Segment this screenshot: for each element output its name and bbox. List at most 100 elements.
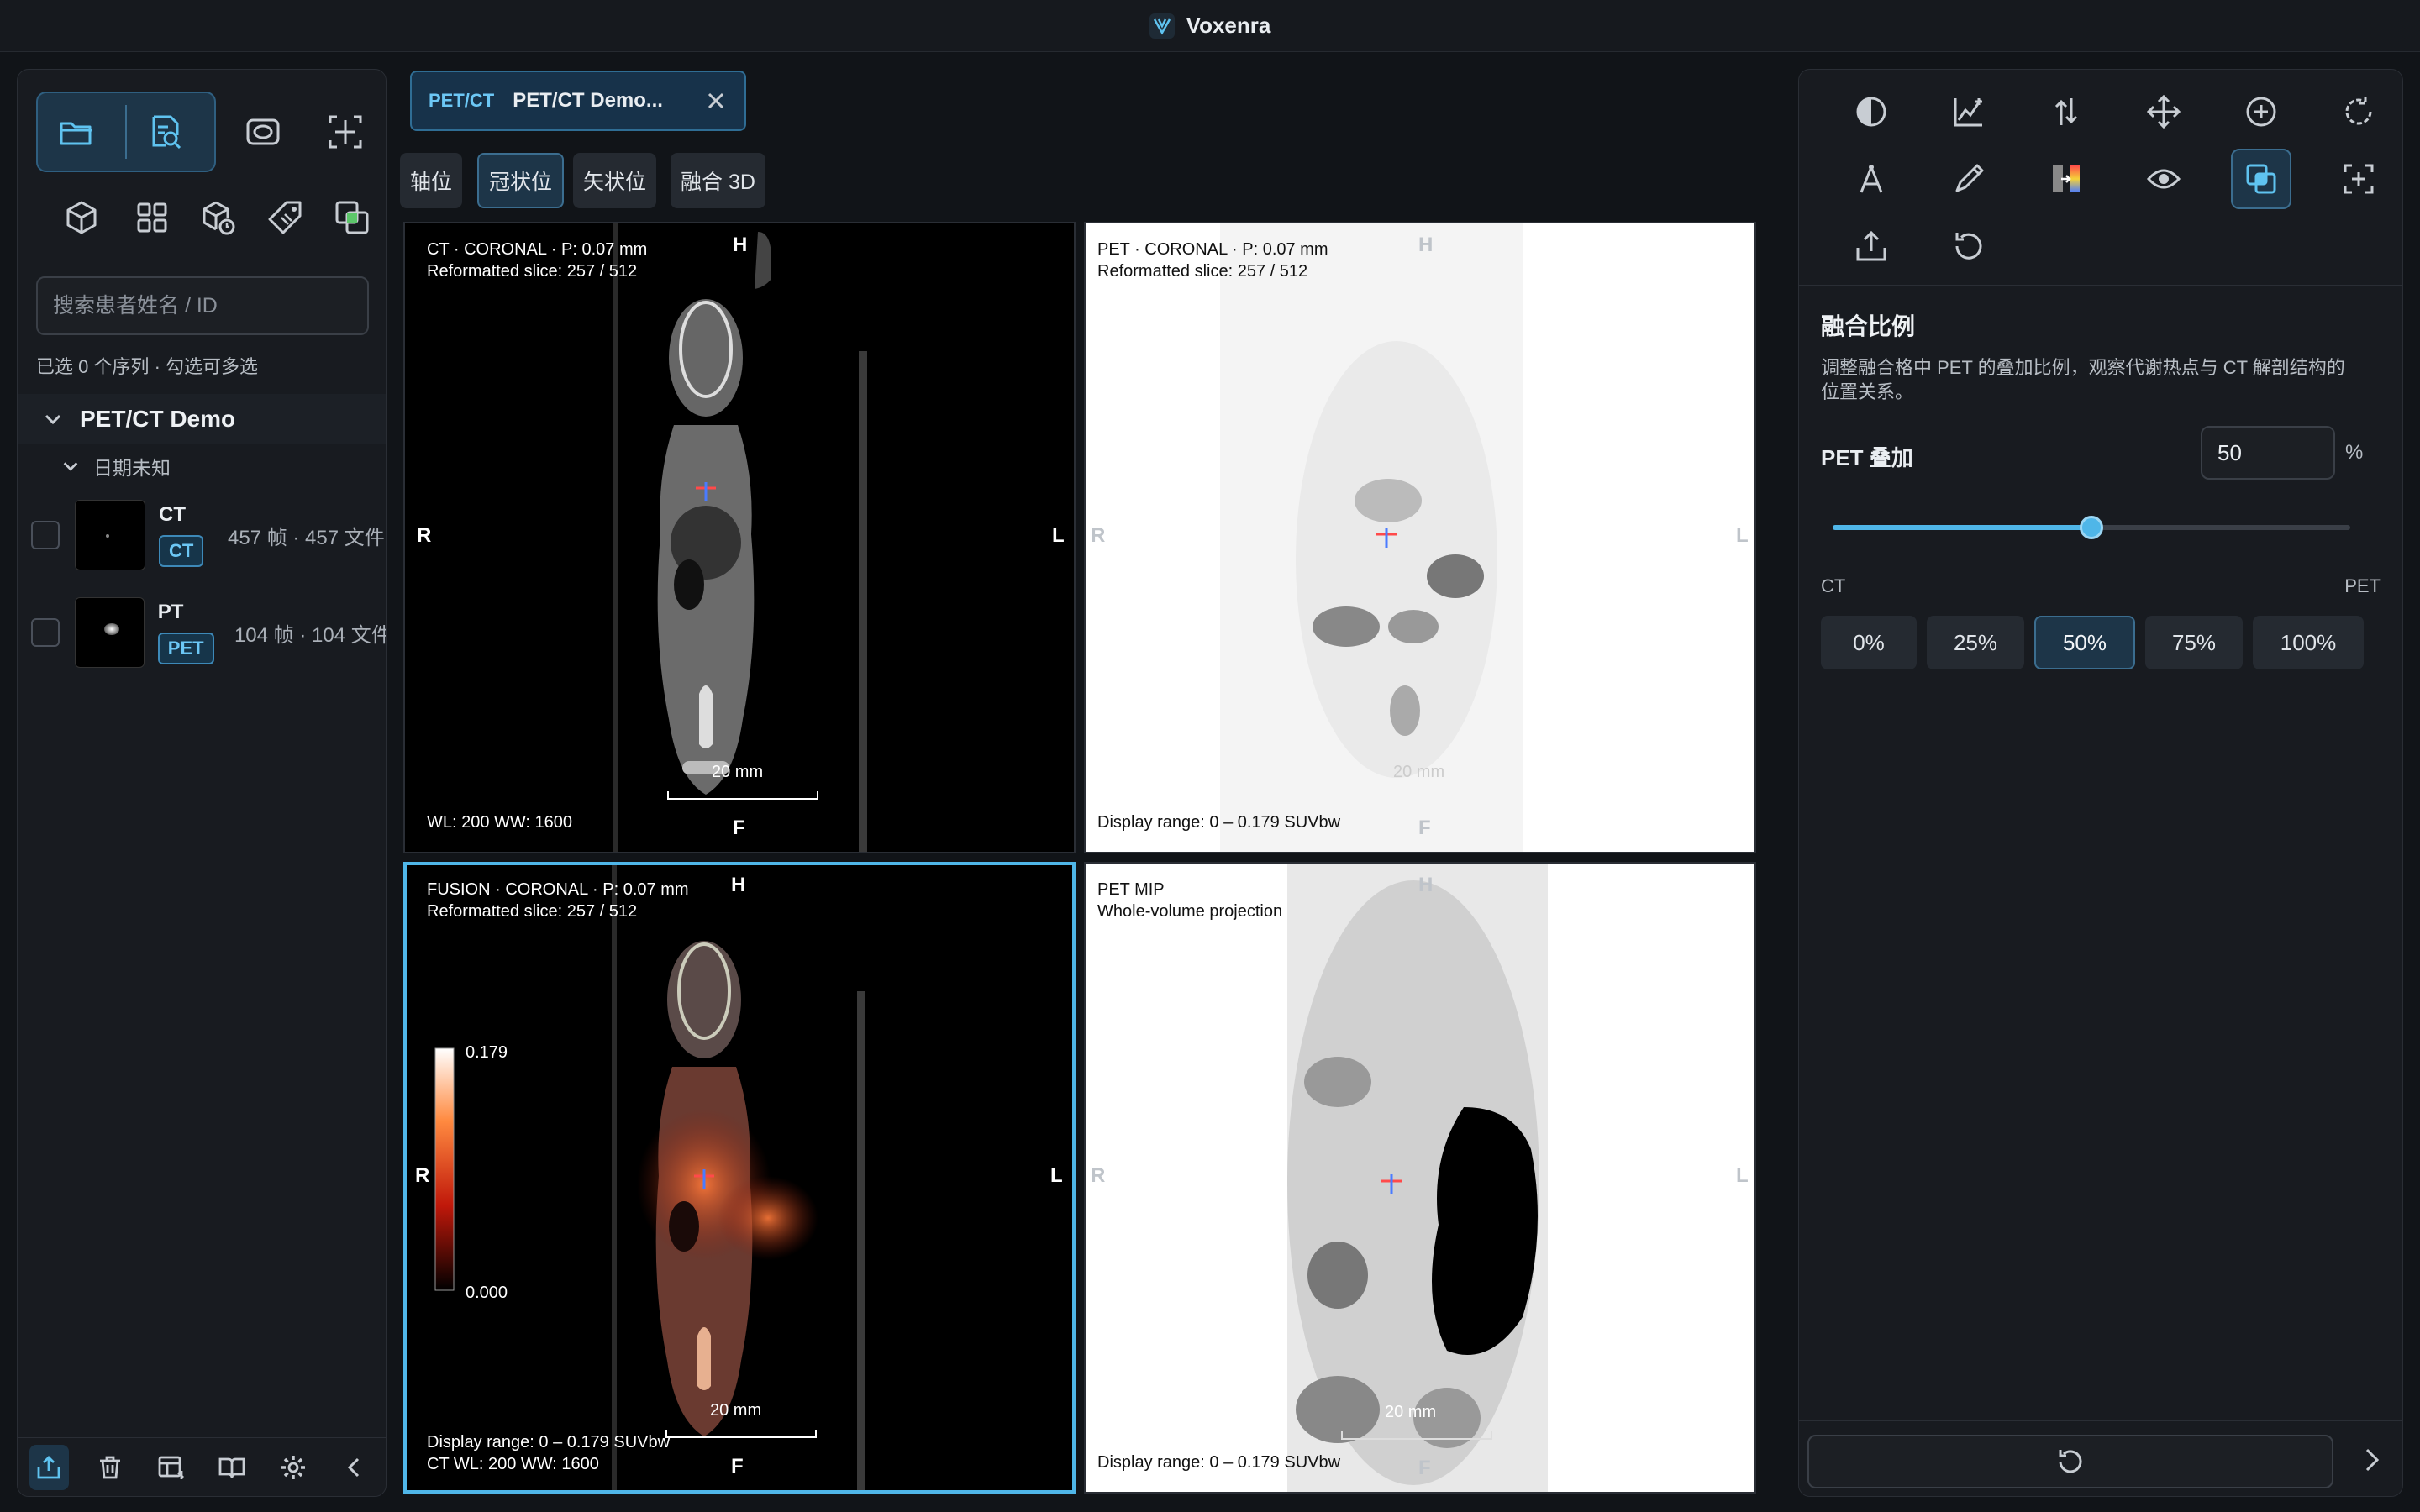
scale-bar-label: 20 mm <box>710 1401 762 1420</box>
pet-image <box>1220 223 1523 852</box>
ct-overlay-line2: Reformatted slice: 257 / 512 <box>427 262 638 281</box>
volume-clock-icon[interactable] <box>182 182 253 253</box>
flip-icon[interactable] <box>2036 81 2096 142</box>
right-panel-footer <box>1799 1420 2402 1496</box>
histogram-icon[interactable] <box>1939 81 1999 142</box>
chevron-down-icon[interactable] <box>43 409 63 429</box>
percent-unit: % <box>2345 441 2364 464</box>
grid-icon[interactable] <box>117 182 187 253</box>
crop-icon[interactable] <box>310 97 381 167</box>
orientation-bottom: F <box>733 816 745 839</box>
chevron-right-icon[interactable] <box>2355 1443 2389 1477</box>
cube-icon[interactable] <box>46 182 117 253</box>
tab-title: PET/CT Demo... <box>513 89 663 112</box>
preset-100-button[interactable]: 100% <box>2253 616 2364 669</box>
mip-overlay-line2: Whole-volume projection <box>1097 902 1283 921</box>
preset-75-button[interactable]: 75% <box>2145 616 2243 669</box>
series-name: PT <box>157 601 184 623</box>
study-search-icon[interactable] <box>130 97 201 167</box>
folder-open-icon[interactable] <box>41 97 112 167</box>
overlay-icon[interactable] <box>317 182 387 253</box>
slider-fill <box>1833 525 2091 530</box>
export-icon[interactable] <box>29 1444 69 1490</box>
close-icon[interactable] <box>704 89 728 113</box>
preset-0-button[interactable]: 0% <box>1821 616 1917 669</box>
fit-icon[interactable] <box>2328 149 2389 209</box>
date-group-row[interactable]: 日期未知 <box>61 448 171 485</box>
tab-fusion-3d[interactable]: 融合 3D <box>671 153 765 208</box>
fusion-window-info: CT WL: 200 WW: 1600 <box>427 1455 599 1473</box>
reset-button[interactable] <box>1807 1435 2333 1488</box>
slider-thumb[interactable] <box>2080 516 2103 539</box>
divider <box>1799 285 2402 286</box>
study-title: PET/CT Demo <box>80 406 236 432</box>
fusion-overlay-line1: FUSION · CORONAL · P: 0.07 mm <box>427 880 689 899</box>
overlay-percent-input[interactable] <box>2201 426 2335 480</box>
eye-icon[interactable] <box>2133 149 2194 209</box>
pencil-icon[interactable] <box>1939 149 1999 209</box>
left-panel-footer <box>18 1437 386 1496</box>
reset-icon[interactable] <box>1939 216 1999 276</box>
panel-title: 融合比例 <box>1821 313 1916 339</box>
orientation-bottom: F <box>1418 816 1431 839</box>
mip-overlay-line1: PET MIP <box>1097 880 1165 899</box>
trash-icon[interactable] <box>91 1445 130 1490</box>
panel-description: 调整融合格中 PET 的叠加比例，观察代谢热点与 CT 解剖结构的位置关系。 <box>1821 357 2345 402</box>
reset-icon <box>2059 1450 2082 1473</box>
chevron-down-icon[interactable] <box>61 457 80 475</box>
preset-50-button[interactable]: 50% <box>2034 616 2135 669</box>
measure-icon[interactable] <box>1841 149 1902 209</box>
colormap-icon[interactable] <box>2036 149 2096 209</box>
tab-coronal[interactable]: 冠状位 <box>477 153 565 208</box>
tab-sagittal[interactable]: 矢状位 <box>573 153 657 208</box>
orientation-top: H <box>733 234 748 256</box>
viewer-area: PET/CT PET/CT Demo... 轴位 冠状位 矢状位 融合 3D C… <box>400 69 1758 1497</box>
pan-icon[interactable] <box>2133 81 2194 142</box>
gear-icon[interactable] <box>274 1445 313 1490</box>
viewport-fusion[interactable]: FUSION · CORONAL · P: 0.07 mm Reformatte… <box>403 862 1076 1494</box>
contour-icon[interactable] <box>228 97 298 167</box>
viewport-ct[interactable]: CT · CORONAL · P: 0.07 mm Reformatted sl… <box>403 222 1076 853</box>
fusion-display-range: Display range: 0 – 0.179 SUVbw <box>427 1433 671 1452</box>
fusion-icon[interactable] <box>2231 149 2291 209</box>
series-row-pt[interactable]: PT PET 104 帧 · 104 文件 <box>31 592 386 673</box>
zoom-icon[interactable] <box>2231 81 2291 142</box>
fusion-overlay-line2: Reformatted slice: 257 / 512 <box>427 902 638 921</box>
series-row-ct[interactable]: CT CT 457 帧 · 457 文件 <box>31 495 386 575</box>
tag-icon[interactable] <box>251 182 322 253</box>
mip-display-range: Display range: 0 – 0.179 SUVbw <box>1097 1453 1341 1472</box>
series-name: CT <box>159 503 186 526</box>
series-checkbox[interactable] <box>31 521 60 549</box>
rotate-icon[interactable] <box>2328 81 2389 142</box>
study-row[interactable]: PET/CT Demo <box>18 394 386 444</box>
overlay-slider[interactable] <box>1833 516 2350 539</box>
viewport-mip[interactable]: PET MIP Whole-volume projection H F R L … <box>1084 862 1756 1494</box>
range-right-label: PET <box>2344 575 2381 596</box>
collapse-left-icon[interactable] <box>334 1445 374 1490</box>
modality-badge: CT <box>159 535 204 567</box>
orientation-bottom: F <box>1418 1457 1431 1479</box>
orientation-left: R <box>415 1164 430 1187</box>
preset-25-button[interactable]: 25% <box>1927 616 2024 669</box>
selection-info: 已选 0 个序列 · 勾选可多选 <box>36 356 259 377</box>
orientation-left: R <box>1091 1164 1106 1187</box>
pet-overlay-line1: PET · CORONAL · P: 0.07 mm <box>1097 240 1328 259</box>
layout-icon[interactable] <box>151 1445 191 1490</box>
fusion-image <box>434 865 865 1490</box>
app-logo-icon <box>1149 13 1175 39</box>
contrast-icon[interactable] <box>1841 81 1902 142</box>
scale-bar <box>666 1430 817 1438</box>
tab-axial[interactable]: 轴位 <box>400 153 463 208</box>
series-count: 457 帧 · 457 文件 <box>228 526 385 549</box>
date-label: 日期未知 <box>93 457 171 479</box>
book-icon[interactable] <box>213 1445 252 1490</box>
series-checkbox[interactable] <box>31 618 60 647</box>
ct-image <box>613 223 867 852</box>
app-title: Voxenra <box>1186 13 1271 38</box>
ct-overlay-line1: CT · CORONAL · P: 0.07 mm <box>427 240 648 259</box>
viewport-pet[interactable]: PET · CORONAL · P: 0.07 mm Reformatted s… <box>1084 222 1756 853</box>
patient-search-input[interactable] <box>36 276 369 335</box>
study-tab[interactable]: PET/CT PET/CT Demo... <box>410 71 746 131</box>
right-panel: 融合比例 调整融合格中 PET 的叠加比例，观察代谢热点与 CT 解剖结构的位置… <box>1798 69 2403 1497</box>
export-icon[interactable] <box>1841 216 1902 276</box>
